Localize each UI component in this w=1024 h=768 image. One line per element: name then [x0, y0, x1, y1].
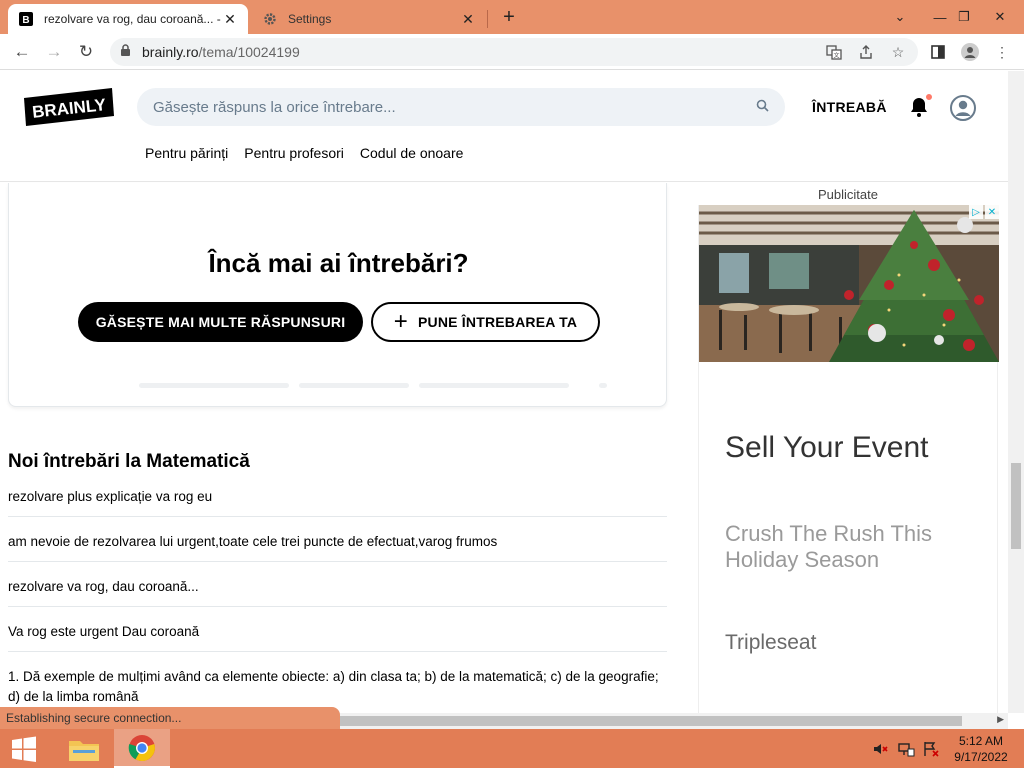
gear-icon — [262, 11, 278, 27]
volume-muted-icon[interactable] — [872, 740, 890, 758]
ask-your-question-button[interactable]: + PUNE ÎNTREBAREA TA — [371, 302, 600, 342]
windows-taskbar: 5:12 AM 9/17/2022 — [0, 729, 1024, 768]
brainly-logo[interactable]: BRAINLY — [24, 88, 114, 126]
tab-title: Settings — [288, 12, 332, 26]
url-host: brainly.ro — [142, 44, 199, 60]
menu-kebab-icon[interactable]: ⋮ — [992, 42, 1012, 62]
network-icon[interactable] — [897, 740, 915, 758]
user-avatar-icon[interactable] — [950, 95, 976, 121]
ad-choices-icon[interactable]: ▷ ✕ — [969, 205, 999, 219]
tab-settings[interactable]: Settings ✕ — [252, 4, 486, 34]
page-viewport: BRAINLY ÎNTREABĂ Pentru părinți Pentru p… — [0, 71, 1008, 713]
site-search-box[interactable] — [137, 88, 785, 126]
ask-your-question-label: PUNE ÎNTREBAREA TA — [418, 314, 578, 330]
tab-title: rezolvare va rog, dau coroană... - — [44, 12, 221, 26]
search-icon[interactable] — [756, 99, 769, 115]
subnav-teachers-link[interactable]: Pentru profesori — [244, 145, 344, 161]
site-subnav: Pentru părinți Pentru profesori Codul de… — [145, 145, 463, 161]
ad-subtitle[interactable]: Crush The Rush This Holiday Season — [725, 521, 975, 573]
brainly-favicon: B — [18, 11, 34, 27]
faded-placeholder-text — [139, 381, 619, 391]
browser-tab-strip: B rezolvare va rog, dau coroană... - ✕ S… — [0, 0, 1024, 34]
side-panel-icon[interactable] — [928, 42, 948, 62]
ad-restaurant-christmas-image[interactable]: ▷ ✕ — [699, 205, 999, 362]
close-tab-icon[interactable]: ✕ — [460, 11, 476, 27]
clock-time: 5:12 AM — [958, 734, 1004, 748]
forward-button[interactable]: → — [40, 38, 68, 66]
bookmark-star-icon[interactable]: ☆ — [888, 42, 908, 62]
restore-button[interactable]: ❐ — [944, 0, 984, 34]
tab-search-chevron-icon[interactable]: ⌄ — [880, 0, 920, 34]
translate-icon[interactable]: 文 — [824, 42, 844, 62]
subnav-parents-link[interactable]: Pentru părinți — [145, 145, 228, 161]
new-questions-title: Noi întrebări la Matematică — [8, 451, 250, 472]
notification-dot — [925, 93, 933, 101]
site-header: BRAINLY ÎNTREABĂ Pentru părinți Pentru p… — [0, 71, 1008, 182]
tab-brainly[interactable]: B rezolvare va rog, dau coroană... - ✕ — [8, 4, 248, 34]
subnav-honor-code-link[interactable]: Codul de onoare — [360, 145, 464, 161]
advertisement[interactable]: ▷ ✕ Sell Your Event Crush The Rush This … — [698, 205, 999, 713]
back-button[interactable]: ← — [8, 38, 36, 66]
question-link[interactable]: rezolvare va rog, dau coroană... — [8, 577, 667, 607]
find-more-answers-button[interactable]: GĂSEȘTE MAI MULTE RĂSPUNSURI — [78, 302, 363, 342]
more-questions-card: Încă mai ai întrebări? GĂSEȘTE MAI MULTE… — [8, 183, 667, 407]
chrome-taskbar-icon[interactable] — [114, 729, 170, 768]
ad-close-icon[interactable]: ✕ — [985, 205, 999, 219]
search-input[interactable] — [153, 98, 756, 116]
tab-divider — [487, 10, 488, 28]
ad-label: Publicitate — [818, 187, 878, 202]
svg-text:文: 文 — [833, 52, 839, 60]
status-bubble: Establishing secure connection... — [0, 707, 340, 729]
vertical-scrollbar-thumb[interactable] — [1011, 463, 1021, 549]
action-center-flag-icon[interactable] — [922, 740, 940, 758]
adchoices-play-icon[interactable]: ▷ — [969, 205, 983, 219]
share-icon[interactable] — [856, 42, 876, 62]
browser-toolbar: ← → ↻ brainly.ro/tema/10024199 文 ☆ ⋮ — [0, 34, 1024, 70]
more-questions-heading: Încă mai ai întrebări? — [208, 248, 469, 278]
scroll-right-arrow-icon[interactable]: ▶ — [997, 714, 1004, 725]
vertical-scrollbar[interactable] — [1008, 71, 1024, 713]
address-bar[interactable]: brainly.ro/tema/10024199 — [110, 38, 918, 66]
clock-date: 9/17/2022 — [954, 750, 1008, 764]
ask-question-link[interactable]: ÎNTREABĂ — [812, 99, 887, 115]
windows-start-icon[interactable] — [0, 729, 48, 768]
file-explorer-icon[interactable] — [56, 729, 112, 768]
close-tab-icon[interactable]: ✕ — [222, 11, 238, 27]
ad-brand[interactable]: Tripleseat — [725, 631, 816, 655]
ad-title[interactable]: Sell Your Event — [725, 431, 928, 465]
new-tab-button[interactable]: + — [497, 5, 521, 29]
notifications-bell-icon[interactable] — [907, 93, 933, 119]
question-link[interactable]: rezolvare plus explicație va rog eu — [8, 487, 667, 517]
profile-icon[interactable] — [960, 42, 980, 62]
lock-icon — [120, 44, 132, 60]
svg-text:B: B — [22, 15, 29, 26]
url-path: /tema/10024199 — [198, 44, 300, 60]
question-link[interactable]: Va rog este urgent Dau coroană — [8, 622, 667, 652]
reload-button[interactable]: ↻ — [72, 38, 100, 66]
question-link[interactable]: am nevoie de rezolvarea lui urgent,toate… — [8, 532, 667, 562]
system-clock[interactable]: 5:12 AM 9/17/2022 — [946, 733, 1016, 765]
plus-icon: + — [393, 308, 409, 335]
horizontal-scrollbar-thumb[interactable] — [330, 716, 962, 726]
close-window-button[interactable]: ✕ — [980, 0, 1020, 34]
